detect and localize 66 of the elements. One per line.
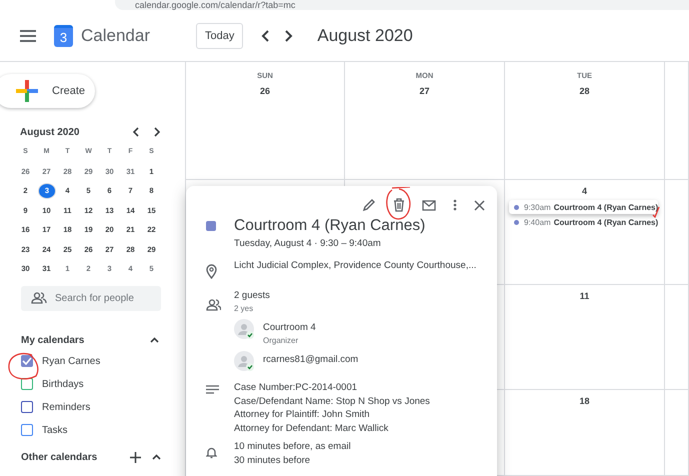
guest-name: Courtroom 4: [263, 322, 316, 333]
event-chip[interactable]: 9:30am Courtroom 4 (Ryan Carnes): [509, 200, 658, 214]
calendar-checkbox[interactable]: [21, 401, 33, 413]
chevron-right-icon[interactable]: [283, 30, 294, 42]
event-title: Courtroom 4 (Ryan Carnes): [234, 217, 426, 235]
day-cell[interactable]: [665, 180, 689, 285]
collapse-icon[interactable]: [152, 454, 161, 460]
calendar-label: Ryan Carnes: [42, 356, 100, 366]
chevron-left-icon[interactable]: [261, 30, 272, 42]
event-time: Tuesday, August 4 · 9:30 – 9:40am: [234, 238, 382, 249]
guest-summary: 2 yes: [234, 304, 254, 313]
event-chip[interactable]: 9:40am Courtroom 4 (Ryan Carnes): [509, 215, 658, 229]
plus-icon: [16, 80, 38, 102]
email-icon[interactable]: [422, 200, 436, 210]
address-bar[interactable]: calendar.google.com/calendar/r?tab=mc: [115, 0, 689, 10]
calendar-checkbox[interactable]: [21, 424, 33, 436]
month-title: August 2020: [317, 26, 413, 46]
collapse-icon[interactable]: [150, 337, 159, 343]
calendar-label: Reminders: [42, 402, 90, 412]
day-number[interactable]: 27: [419, 86, 430, 96]
location-pin-icon: [206, 264, 217, 279]
description-icon: [206, 385, 219, 394]
calendar-checkbox[interactable]: [21, 378, 33, 390]
guests-icon: [206, 299, 221, 311]
section-title: My calendars: [21, 334, 84, 346]
section-title: Other calendars: [21, 452, 98, 462]
day-cell[interactable]: [665, 62, 689, 180]
description-line: Case/Defendant Name: Stop N Shop vs Jones: [234, 394, 430, 408]
guest-name: rcarnes81@gmail.com: [263, 354, 358, 365]
day-cell[interactable]: [665, 390, 689, 476]
mini-calendar-title: August 2020: [20, 126, 80, 138]
more-options-icon[interactable]: [453, 199, 457, 211]
search-field[interactable]: Search for people: [21, 286, 161, 310]
day-number[interactable]: 26: [260, 86, 270, 96]
description-line: Attorney for Defendant: Marc Wallick: [234, 422, 390, 435]
plus-icon[interactable]: [130, 452, 141, 462]
event-location: Licht Judicial Complex, Providence County Courthouse,...: [234, 260, 476, 273]
day-cell[interactable]: [665, 285, 689, 390]
trash-icon[interactable]: [393, 198, 405, 212]
bell-icon: [206, 446, 217, 459]
description-line: Case Number:PC-2014-0001: [234, 381, 358, 394]
app-name: Calendar: [81, 26, 150, 46]
day-number[interactable]: 18: [579, 396, 590, 406]
day-number[interactable]: 11: [580, 291, 590, 301]
day-cell[interactable]: 18: [505, 390, 665, 476]
calendar-checkbox[interactable]: [21, 355, 33, 367]
today-button[interactable]: Today: [196, 22, 244, 48]
calendar-label: Tasks: [42, 424, 68, 436]
guest-role: Organizer: [263, 336, 300, 345]
day-number[interactable]: 28: [579, 86, 590, 96]
day-number[interactable]: 4: [582, 186, 587, 196]
reminder-text: 30 minutes before: [234, 454, 312, 467]
close-icon[interactable]: [474, 200, 485, 210]
guest-count: 2 guests: [234, 290, 271, 301]
edit-icon[interactable]: [362, 198, 376, 212]
chevron-left-icon[interactable]: [132, 127, 140, 137]
create-button[interactable]: Create: [0, 74, 95, 108]
calendar-label: Birthdays: [42, 378, 84, 390]
reminder-text: 10 minutes before, as email: [234, 440, 351, 454]
url-text: calendar.google.com/calendar/r?tab=mc: [135, 0, 296, 10]
day-cell[interactable]: 4 9:30am Courtroom 4 (Ryan Carnes) 9:40am Courtroom 4 (Ryan Carnes): [505, 180, 665, 285]
day-cell[interactable]: 11: [505, 285, 665, 390]
menu-icon[interactable]: [20, 30, 36, 42]
chevron-right-icon[interactable]: [153, 127, 161, 137]
description-line: Attorney for Plaintiff: John Smith: [234, 408, 371, 422]
calendar-logo: 3: [54, 24, 73, 46]
